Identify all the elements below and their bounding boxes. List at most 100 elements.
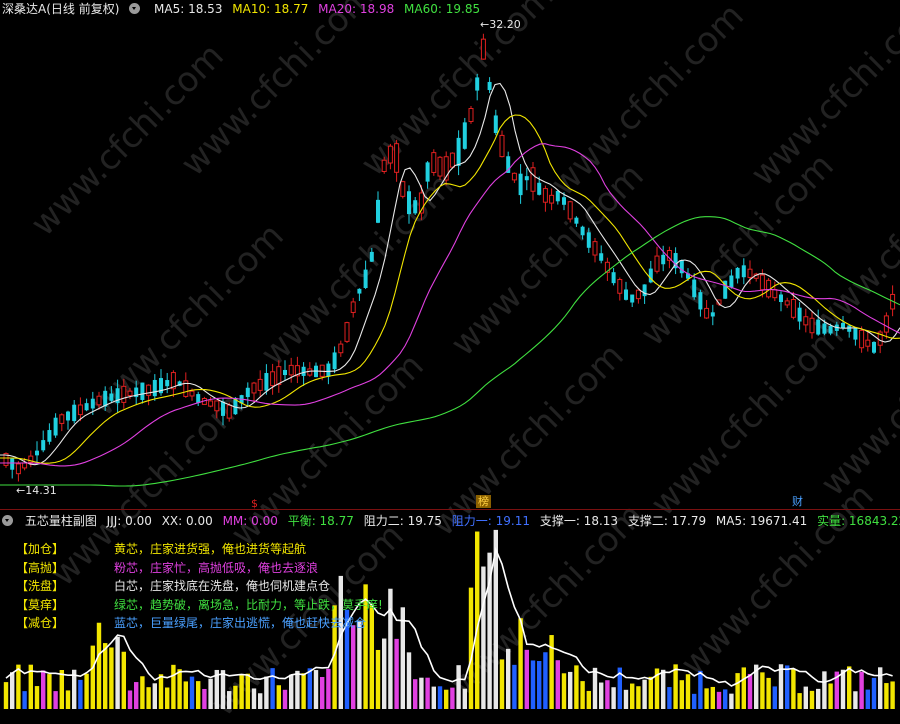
candle-body [189, 390, 195, 397]
candle-body [828, 326, 833, 334]
ma5-line [0, 82, 900, 466]
volume-bar [146, 687, 151, 709]
volume-bar [326, 668, 331, 709]
candle-body [245, 387, 250, 398]
stock-title[interactable]: 深桑达A(日线 前复权) [2, 2, 119, 16]
volume-bar [766, 677, 771, 709]
volume-bar [295, 670, 300, 709]
volume-bar [158, 674, 164, 709]
candle-body [592, 241, 598, 256]
candle-body [822, 323, 827, 334]
volume-bar [72, 669, 77, 709]
volume-bar [524, 649, 529, 709]
legend-tag: 【洗盘】 [16, 579, 65, 593]
pane-divider[interactable] [0, 509, 900, 510]
volume-bar [586, 690, 591, 709]
support1-label: 支撑一: 18.13 [539, 514, 619, 528]
candle-body [407, 191, 411, 215]
volume-bar [109, 647, 114, 709]
volume-bar [878, 667, 883, 709]
candle-body [475, 77, 480, 91]
volume-bar [853, 691, 858, 709]
candle-body [146, 384, 152, 396]
candle-body [90, 398, 95, 409]
volume-bar [171, 664, 176, 709]
ma10-label: MA10: 18.77 [232, 2, 309, 16]
candle-body [394, 143, 400, 173]
candle-body [599, 253, 604, 261]
volume-bar [3, 682, 9, 709]
candle-body [790, 299, 796, 318]
volume-bar [406, 652, 412, 709]
candle-body [859, 329, 865, 349]
candle-body [692, 279, 697, 298]
arrow-left-icon: ← [16, 484, 26, 497]
volume-bar [704, 688, 709, 709]
candle-body [165, 380, 170, 387]
resistance1-label: 阻力一: 19.11 [451, 514, 530, 528]
candle-body [344, 322, 350, 342]
candle-body [425, 162, 430, 182]
event-marker-bang[interactable]: 榜 [476, 495, 491, 508]
volume-bar [22, 691, 27, 709]
candle-body [865, 339, 871, 347]
arrow-left-icon: ← [480, 18, 490, 31]
volume-bar [543, 652, 548, 709]
candle-body [41, 440, 46, 451]
ma20-line [0, 143, 900, 467]
candle-body [537, 182, 542, 195]
volume-bar [84, 673, 89, 709]
volume-bar [103, 643, 108, 709]
volume-bar [735, 673, 740, 709]
candle-body [611, 272, 616, 284]
candle-body [847, 325, 852, 332]
legend-row-wait: 【莫痒】 绿芯，趋势破，离场急，比耐力，等止跌，莫手痒! [16, 596, 383, 614]
legend-text: 绿芯，趋势破，离场急，比耐力，等止跌，莫手痒! [114, 598, 383, 612]
candle-body [797, 307, 802, 322]
candle-body [381, 159, 387, 172]
xx-label: XX: 0.00 [161, 514, 213, 528]
volume-bar [444, 689, 449, 709]
legend-row-sell-high: 【高抛】 粉芯，庄家忙，高抛低吸，俺也去逐浪 [16, 559, 318, 577]
volume-bar [140, 676, 145, 709]
volume-bar [754, 664, 759, 709]
candlestick-chart[interactable] [0, 0, 900, 500]
candle-body [741, 265, 746, 278]
volume-bar [834, 671, 839, 709]
candle-body [226, 404, 232, 419]
volume-bar [760, 672, 765, 709]
settings-toggle-icon[interactable] [2, 515, 13, 526]
volume-bar [871, 677, 877, 709]
real-volume-label: 实量: 16843.22 [817, 514, 900, 528]
candle-body [816, 319, 821, 335]
volume-bar [555, 660, 560, 709]
legend-text: 粉芯，庄家忙，高抛低吸，俺也去逐浪 [114, 561, 319, 575]
volume-bar [493, 529, 498, 709]
volume-bar [121, 651, 126, 709]
candle-body [152, 379, 157, 397]
candle-body [264, 373, 269, 391]
volume-bar [574, 665, 579, 709]
candle-body [301, 366, 306, 376]
event-marker-cai[interactable]: 财 [790, 495, 805, 508]
volume-bar [413, 679, 418, 709]
candle-body [562, 197, 566, 205]
candle-body [542, 188, 548, 203]
resistance2-label: 阻力二: 19.75 [363, 514, 442, 528]
chevron-down-icon[interactable] [129, 3, 141, 14]
balance-label: 平衡: 18.77 [287, 514, 354, 528]
candle-body [617, 279, 623, 294]
candle-body [747, 268, 753, 278]
candle-body [518, 173, 523, 196]
volume-bar [741, 667, 746, 709]
candle-body [437, 156, 443, 177]
volume-bar [772, 686, 777, 709]
sub-title[interactable]: 五芯量柱副图 [25, 514, 97, 528]
candle-body [413, 200, 418, 214]
candle-body [449, 152, 455, 168]
candle-body [772, 289, 778, 299]
legend-tag: 【加仓】 [16, 542, 65, 556]
volume-bar [127, 690, 133, 709]
volume-bar [648, 676, 653, 709]
ma5-label: MA5: 18.53 [154, 2, 223, 16]
